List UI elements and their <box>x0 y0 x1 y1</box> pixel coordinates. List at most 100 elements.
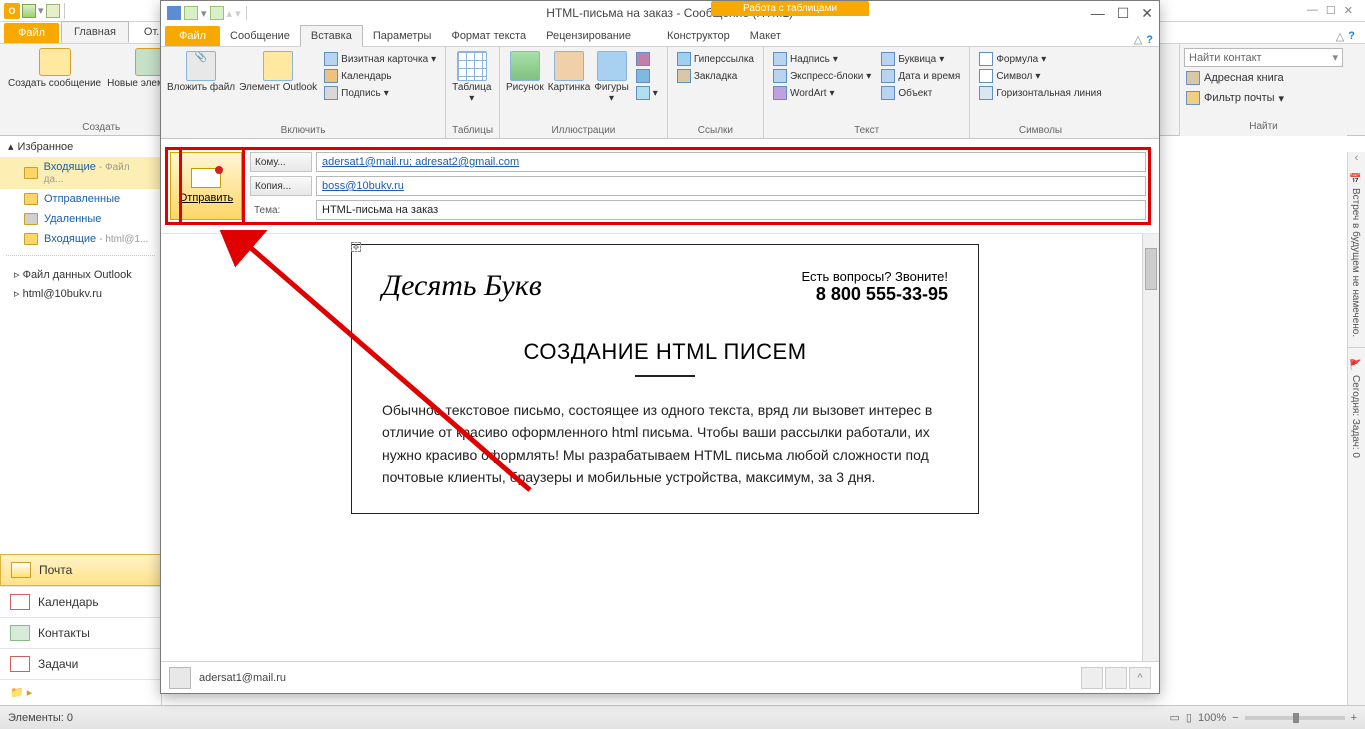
view-reading-icon[interactable]: ▯ <box>1186 711 1192 724</box>
persona-expand-icon[interactable]: ^ <box>1129 667 1151 689</box>
nav-deleted[interactable]: Удаленные <box>0 209 161 229</box>
object-button[interactable]: Объект <box>878 85 963 101</box>
zoom-slider[interactable] <box>1245 716 1345 720</box>
maximize-icon[interactable]: ☐ <box>1326 4 1336 17</box>
search-group-label: Найти <box>1184 121 1343 132</box>
ribbon-minimize-icon[interactable]: △ <box>1336 30 1344 43</box>
attach-item-button[interactable]: Элемент Outlook <box>239 51 317 93</box>
favorites-header[interactable]: ▴ Избранное <box>0 136 161 157</box>
find-contact-input[interactable]: Найти контакт ▾ <box>1184 48 1343 67</box>
subject-field[interactable]: HTML-письма на заказ <box>316 200 1146 220</box>
nav-data-file[interactable]: ▹ Файл данных Outlook <box>0 265 161 284</box>
maximize-icon[interactable]: ☐ <box>1117 5 1130 22</box>
date-time-button[interactable]: Дата и время <box>878 68 963 84</box>
vertical-scrollbar[interactable] <box>1142 234 1159 661</box>
compose-titlebar: ▾ ▴ ▾ HTML-письма на заказ - Сообщение (… <box>161 1 1159 25</box>
group-illustrations-label: Иллюстрации <box>506 125 661 136</box>
card-icon <box>324 52 338 66</box>
phone-number: 8 800 555-33-95 <box>802 284 948 305</box>
zoom-out-icon[interactable]: − <box>1232 712 1238 724</box>
close-icon[interactable]: ✕ <box>1344 4 1353 17</box>
picture-icon <box>510 51 540 81</box>
bookmark-button[interactable]: Закладка <box>674 68 757 84</box>
clipart-button[interactable]: Картинка <box>548 51 591 93</box>
compose-tab-format[interactable]: Формат текста <box>441 26 536 46</box>
calendar-button[interactable]: Календарь <box>321 68 439 84</box>
qat-dropdown-icon[interactable]: ▾ <box>38 4 44 17</box>
prev-item-icon[interactable]: ▴ <box>227 7 233 20</box>
nav-inbox-2[interactable]: Входящие - html@1... <box>0 229 161 249</box>
address-book-button[interactable]: Адресная книга <box>1184 69 1343 87</box>
quick-parts-icon <box>773 69 787 83</box>
nav-sent[interactable]: Отправленные <box>0 189 161 209</box>
textbox-button[interactable]: Надпись ▾ <box>770 51 874 67</box>
wordart-button[interactable]: WordArt ▾ <box>770 85 874 101</box>
attach-file-button[interactable]: 📎Вложить файл <box>167 51 235 93</box>
to-field[interactable]: adersat1@mail.ru; adresat2@gmail.com <box>316 152 1146 172</box>
persona-action-2[interactable] <box>1105 667 1127 689</box>
screenshot-icon <box>636 86 650 100</box>
qat-undo-icon[interactable] <box>46 4 60 18</box>
compose-tab-options[interactable]: Параметры <box>363 26 442 46</box>
next-item-icon[interactable]: ▾ <box>235 7 241 20</box>
close-icon[interactable]: ✕ <box>1141 5 1153 22</box>
signature-button[interactable]: Подпись ▾ <box>321 85 439 101</box>
save-icon[interactable] <box>167 6 181 20</box>
minimize-icon[interactable]: — <box>1307 4 1318 17</box>
nav-mini-icons[interactable]: 📁 ▸ <box>0 679 161 705</box>
hyperlink-button[interactable]: Гиперссылка <box>674 51 757 67</box>
persona-action-1[interactable] <box>1081 667 1103 689</box>
nav-inbox[interactable]: Входящие - Файл да... <box>0 157 161 189</box>
module-tasks[interactable]: Задачи <box>0 648 161 679</box>
message-body[interactable]: ✥ Десять Букв Есть вопросы? Звоните! 8 8… <box>161 233 1159 661</box>
compose-tab-insert[interactable]: Вставка <box>300 25 363 47</box>
view-normal-icon[interactable]: ▭ <box>1170 711 1180 724</box>
help-icon[interactable]: ? <box>1146 34 1153 46</box>
contacts-icon <box>10 625 30 641</box>
new-message-button[interactable]: Создать сообщение <box>8 48 101 89</box>
compose-tab-review[interactable]: Рецензирование <box>536 26 641 46</box>
cc-button[interactable]: Копия... <box>250 176 312 196</box>
minimize-icon[interactable]: — <box>1091 5 1105 22</box>
undo-dropdown-icon[interactable]: ▾ <box>201 7 207 20</box>
symbol-button[interactable]: Символ ▾ <box>976 68 1104 84</box>
tab-home[interactable]: Главная <box>61 21 129 43</box>
undo-icon[interactable] <box>184 6 198 20</box>
to-button[interactable]: Кому... <box>250 152 312 172</box>
compose-tab-designer[interactable]: Конструктор <box>657 26 740 46</box>
redo-icon[interactable] <box>210 6 224 20</box>
shapes-button[interactable]: Фигуры▾ <box>594 51 628 104</box>
equation-button[interactable]: Формула ▾ <box>976 51 1104 67</box>
screenshot-button[interactable]: ▾ <box>633 85 661 101</box>
compose-tab-layout[interactable]: Макет <box>740 26 791 46</box>
cc-field[interactable]: boss@10bukv.ru <box>316 176 1146 196</box>
ribbon-minimize-icon[interactable]: △ <box>1134 33 1142 46</box>
group-text: Надпись ▾ Экспресс-блоки ▾ WordArt ▾ Бук… <box>764 47 970 138</box>
module-mail[interactable]: Почта <box>0 554 161 586</box>
table-anchor-icon[interactable]: ✥ <box>351 242 361 252</box>
business-card-button[interactable]: Визитная карточка ▾ <box>321 51 439 67</box>
horizontal-line-button[interactable]: Горизонтальная линия <box>976 85 1104 101</box>
table-button[interactable]: Таблица▾ <box>452 51 491 104</box>
drop-cap-button[interactable]: Буквица ▾ <box>878 51 963 67</box>
chart-button[interactable] <box>633 68 661 84</box>
picture-button[interactable]: Рисунок <box>506 51 544 93</box>
smartart-button[interactable] <box>633 51 661 67</box>
link-icon <box>677 52 691 66</box>
todo-expand-icon[interactable]: ‹ <box>1348 152 1365 164</box>
compose-tab-message[interactable]: Сообщение <box>220 26 300 46</box>
today-tasks-text: 🚩Сегодня: Задач: 0 <box>1348 350 1363 465</box>
nav-account[interactable]: ▹ html@10bukv.ru <box>0 284 161 303</box>
module-contacts[interactable]: Контакты <box>0 617 161 648</box>
qat-send-receive-icon[interactable] <box>22 4 36 18</box>
group-tables: Таблица▾ Таблицы <box>446 47 500 138</box>
filter-mail-button[interactable]: Фильтр почты ▾ <box>1184 89 1343 107</box>
signature-icon <box>324 86 338 100</box>
zoom-in-icon[interactable]: + <box>1351 712 1357 724</box>
group-tables-label: Таблицы <box>452 125 493 136</box>
tab-file[interactable]: Файл <box>4 23 59 43</box>
quick-parts-button[interactable]: Экспресс-блоки ▾ <box>770 68 874 84</box>
module-calendar[interactable]: Календарь <box>0 586 161 617</box>
help-icon[interactable]: ? <box>1348 30 1355 43</box>
compose-tab-file[interactable]: Файл <box>165 26 220 46</box>
